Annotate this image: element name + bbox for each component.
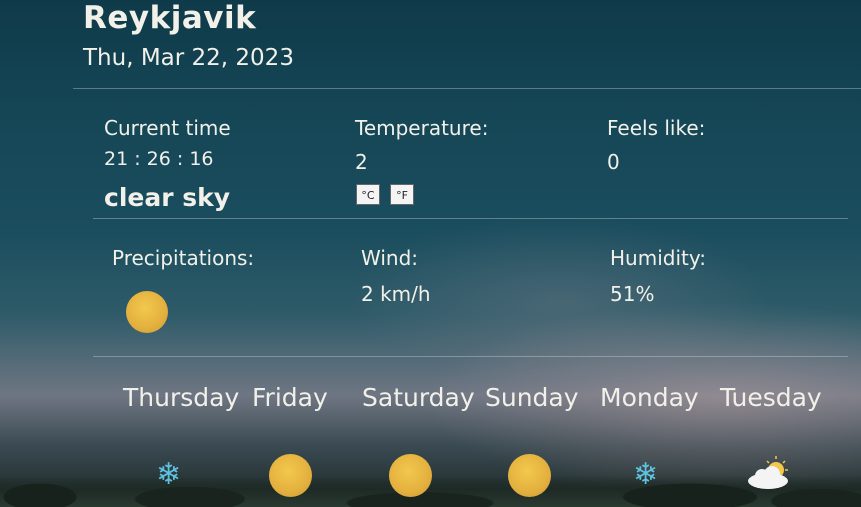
- city-name: Reykjavik: [83, 0, 257, 36]
- sun-icon: [389, 454, 432, 497]
- forecast-day-tuesday: Tuesday: [720, 383, 822, 412]
- feels-like-label: Feels like:: [607, 116, 706, 140]
- forecast-divider: [93, 356, 848, 357]
- snowflake-icon: ❄: [633, 457, 659, 492]
- current-date: Thu, Mar 22, 2023: [83, 45, 294, 71]
- forecast-day-friday: Friday: [252, 383, 328, 412]
- wind-value: 2 km/h: [361, 282, 431, 306]
- wind-label: Wind:: [361, 246, 419, 270]
- feels-like-value: 0: [607, 150, 620, 174]
- forecast-day-sunday: Sunday: [485, 383, 579, 412]
- header-divider: [73, 88, 861, 89]
- sun-icon: [269, 454, 312, 497]
- current-time-value: 21 : 26 : 16: [104, 148, 214, 170]
- forecast-day-monday: Monday: [600, 383, 699, 412]
- partly-cloudy-icon: [748, 456, 788, 489]
- weather-description: clear sky: [104, 183, 231, 212]
- snowflake-icon: ❄: [156, 457, 182, 492]
- celsius-button[interactable]: °C: [356, 184, 380, 205]
- precipitation-label: Precipitations:: [112, 246, 255, 270]
- section-divider: [93, 218, 848, 219]
- sun-icon: [508, 454, 551, 497]
- forecast-day-saturday: Saturday: [362, 383, 475, 412]
- humidity-label: Humidity:: [610, 246, 706, 270]
- fahrenheit-button[interactable]: °F: [390, 184, 414, 205]
- current-time-label: Current time: [104, 116, 231, 140]
- temperature-value: 2: [355, 150, 368, 174]
- humidity-value: 51%: [610, 282, 655, 306]
- sun-icon: [126, 291, 168, 333]
- temperature-label: Temperature:: [355, 116, 489, 140]
- forecast-day-thursday: Thursday: [123, 383, 240, 412]
